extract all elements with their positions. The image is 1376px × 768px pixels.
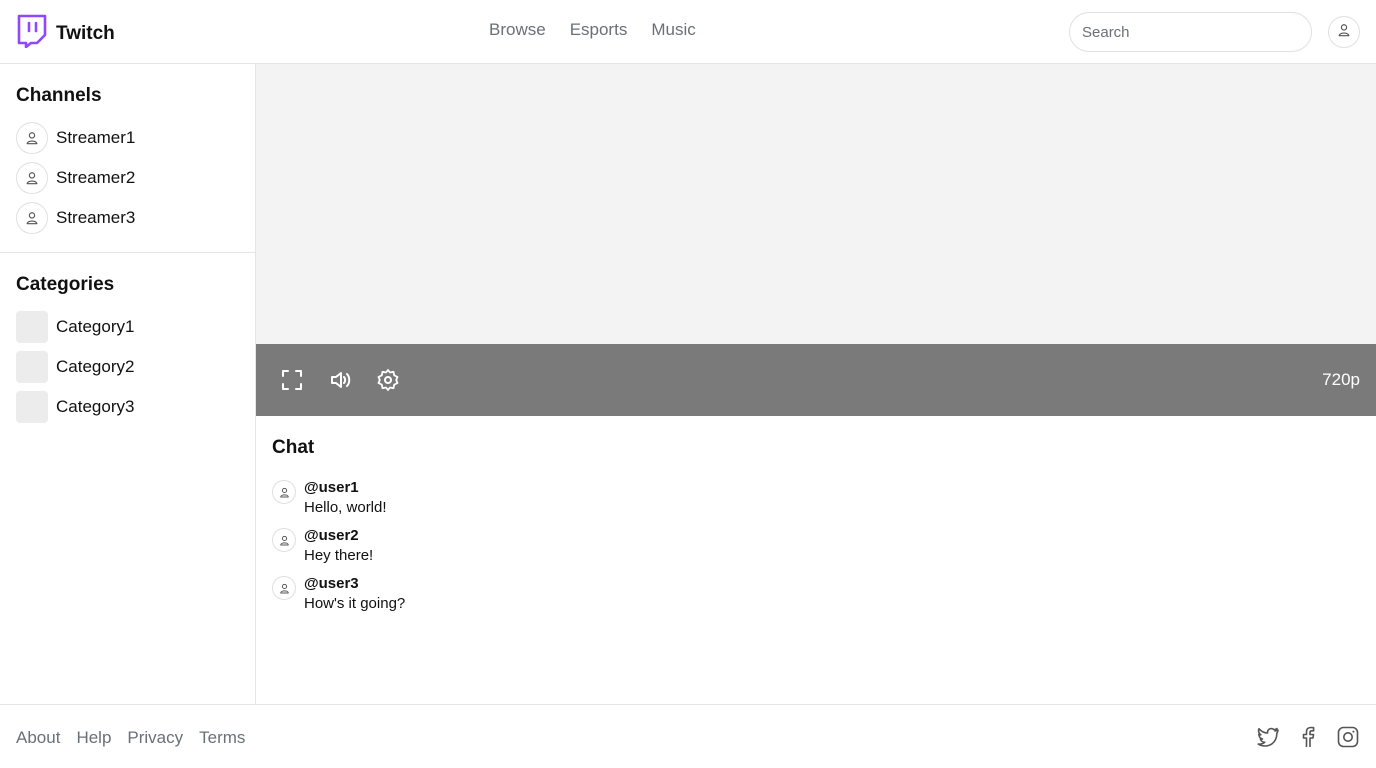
channel-name: Streamer1 xyxy=(56,128,136,147)
category-item[interactable]: Category2 xyxy=(16,351,240,383)
chat-text: Hey there! xyxy=(304,547,374,564)
user-icon xyxy=(16,202,48,234)
user-icon xyxy=(272,576,296,600)
user-menu-button[interactable] xyxy=(1328,16,1360,48)
channel-item[interactable]: Streamer3 xyxy=(16,202,239,234)
footer-link-privacy[interactable]: Privacy xyxy=(127,728,183,748)
category-thumbnail xyxy=(16,391,48,423)
player-controls: 720p xyxy=(256,344,1376,416)
category-thumbnail xyxy=(16,351,48,383)
chat-username[interactable]: @user3 xyxy=(304,574,405,594)
chat-username[interactable]: @user1 xyxy=(304,478,387,498)
search-input[interactable] xyxy=(1069,12,1312,52)
sidebar: Channels Streamer1 Streamer2 Streamer3 C… xyxy=(0,64,256,704)
user-icon xyxy=(16,162,48,194)
video-player[interactable] xyxy=(256,64,1376,344)
user-icon xyxy=(16,122,48,154)
categories-section: Categories Category1 Category2 Category3 xyxy=(0,253,256,431)
channel-name: Streamer2 xyxy=(56,168,136,187)
main-nav: Browse Esports Music xyxy=(489,20,696,40)
category-name: Category3 xyxy=(56,397,135,416)
nav-music[interactable]: Music xyxy=(651,20,695,40)
twitch-logo-icon xyxy=(16,14,48,53)
twitter-icon[interactable] xyxy=(1256,725,1280,749)
categories-title: Categories xyxy=(16,274,115,295)
category-name: Category2 xyxy=(56,357,135,376)
chat-message: @user3 How's it going? xyxy=(272,574,405,614)
quality-selector[interactable]: 720p xyxy=(1322,370,1360,390)
nav-esports[interactable]: Esports xyxy=(570,20,628,40)
logo-text: Twitch xyxy=(56,22,115,44)
channel-item[interactable]: Streamer2 xyxy=(16,162,239,194)
channels-title: Channels xyxy=(16,85,102,106)
header: Twitch Browse Esports Music xyxy=(0,0,1376,64)
chat-text: Hello, world! xyxy=(304,499,387,516)
category-item[interactable]: Category3 xyxy=(16,391,240,423)
social-links xyxy=(1256,725,1360,749)
footer: About Help Privacy Terms xyxy=(0,704,1376,768)
footer-link-about[interactable]: About xyxy=(16,728,60,748)
settings-icon[interactable] xyxy=(376,368,400,392)
user-icon xyxy=(272,480,296,504)
facebook-icon[interactable] xyxy=(1296,725,1320,749)
channel-name: Streamer3 xyxy=(56,208,136,227)
chat-panel: Chat @user1 Hello, world! @user2 Hey the… xyxy=(256,416,1376,704)
category-name: Category1 xyxy=(56,317,135,336)
channels-section: Channels Streamer1 Streamer2 Streamer3 xyxy=(0,64,255,234)
instagram-icon[interactable] xyxy=(1336,725,1360,749)
user-icon xyxy=(1337,23,1351,42)
footer-link-help[interactable]: Help xyxy=(76,728,111,748)
category-item[interactable]: Category1 xyxy=(16,311,240,343)
volume-icon[interactable] xyxy=(328,368,352,392)
nav-browse[interactable]: Browse xyxy=(489,20,546,40)
category-thumbnail xyxy=(16,311,48,343)
footer-link-terms[interactable]: Terms xyxy=(199,728,245,748)
chat-title: Chat xyxy=(272,437,315,458)
chat-message: @user1 Hello, world! xyxy=(272,478,387,518)
chat-message: @user2 Hey there! xyxy=(272,526,373,566)
fullscreen-icon[interactable] xyxy=(280,368,304,392)
chat-text: How's it going? xyxy=(304,595,406,612)
logo[interactable]: Twitch xyxy=(16,14,115,53)
chat-username[interactable]: @user2 xyxy=(304,526,373,546)
channel-item[interactable]: Streamer1 xyxy=(16,122,239,154)
footer-links: About Help Privacy Terms xyxy=(16,728,245,748)
user-icon xyxy=(272,528,296,552)
